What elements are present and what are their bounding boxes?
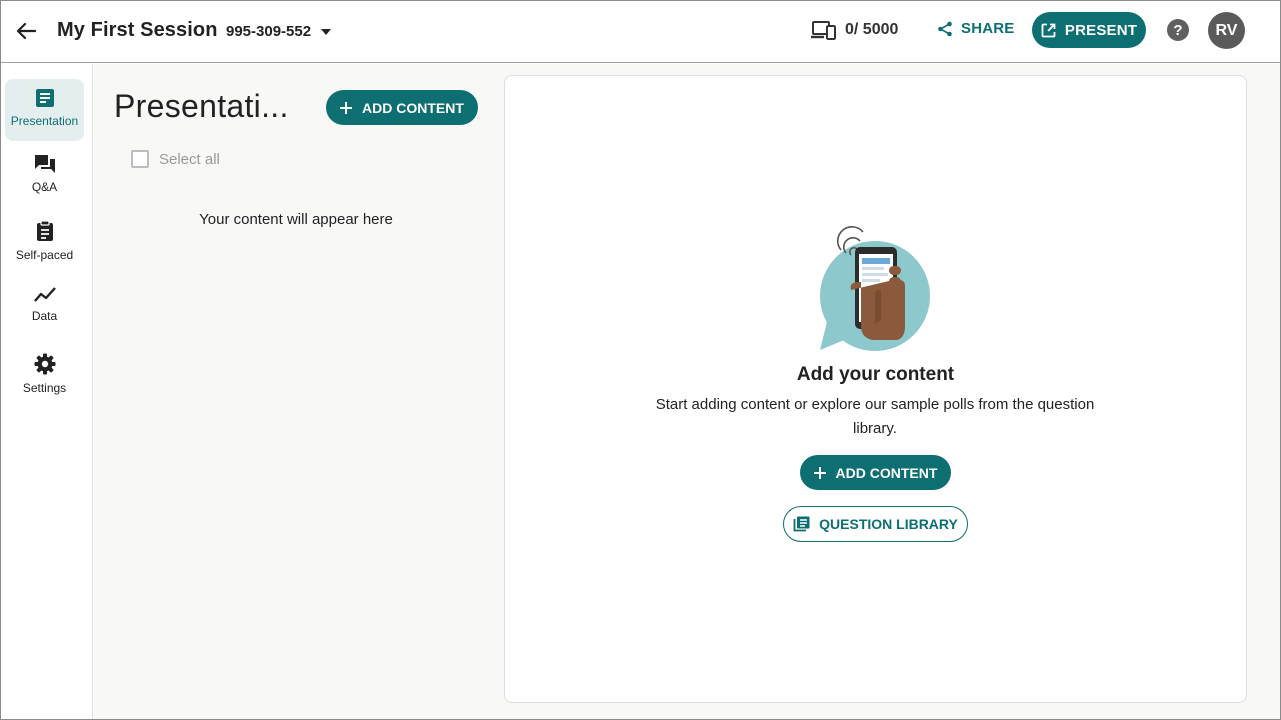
add-content-label: ADD CONTENT [835, 464, 938, 481]
scrollbar-gutter[interactable] [1267, 64, 1280, 719]
plus-icon [340, 101, 353, 114]
sidebar-item-presentation[interactable]: Presentation [5, 79, 84, 141]
session-code: 995-309-552 [226, 23, 312, 40]
checkbox-box[interactable] [131, 150, 149, 168]
preview-card [504, 75, 1247, 703]
caret-down-icon [321, 28, 332, 35]
empty-list-message: Your content will appear here [199, 211, 393, 228]
back-button[interactable] [13, 18, 39, 44]
sidebar-item-data[interactable]: Data [5, 278, 84, 340]
present-button[interactable]: PRESENT [1032, 12, 1146, 48]
avatar-initials: RV [1215, 21, 1238, 39]
user-avatar[interactable]: RV [1208, 12, 1245, 49]
participant-counter[interactable]: 0/ 5000 [811, 20, 898, 40]
sidebar-item-label: Self-paced [15, 248, 74, 262]
open-external-icon [1041, 23, 1056, 37]
sidebar-item-label: Presentation [10, 114, 79, 128]
arrow-left-icon [16, 22, 36, 40]
chat-bubbles-icon [34, 155, 55, 173]
sidebar-item-self-paced[interactable]: Self-paced [5, 211, 84, 273]
sidebar-item-label: Data [31, 309, 58, 323]
panel-title: Presentati... [114, 88, 289, 124]
plus-icon [813, 466, 826, 479]
add-content-description: Start adding content or explore our samp… [655, 396, 1095, 437]
participant-count: 0/ 5000 [845, 21, 899, 38]
library-books-icon [793, 516, 810, 532]
presentation-doc-icon [35, 89, 54, 107]
sidebar-item-qa[interactable]: Q&A [5, 145, 84, 207]
share-button[interactable]: SHARE [937, 20, 1015, 37]
help-button[interactable]: ? [1167, 19, 1189, 41]
session-code-dropdown[interactable]: 995-309-552 [226, 23, 332, 40]
share-label: SHARE [961, 20, 1015, 37]
sidebar-item-label: Settings [22, 381, 67, 395]
sidebar-item-label: Q&A [31, 180, 58, 194]
clipboard-icon [36, 220, 53, 241]
session-title[interactable]: My First Session [57, 19, 218, 42]
sidebar-item-settings[interactable]: Settings [5, 344, 84, 406]
select-all-label: Select all [159, 150, 220, 168]
phone-poll-illustration [820, 226, 930, 351]
devices-icon [811, 21, 836, 40]
add-content-heading: Add your content [796, 364, 955, 385]
add-content-main-button[interactable]: ADD CONTENT [800, 455, 951, 490]
help-icon: ? [1173, 21, 1183, 39]
present-label: PRESENT [1064, 21, 1138, 39]
question-library-button[interactable]: QUESTION LIBRARY [783, 506, 968, 542]
gear-icon [34, 353, 55, 375]
add-content-button[interactable]: ADD CONTENT [326, 90, 478, 125]
add-content-label: ADD CONTENT [362, 99, 464, 116]
trend-line-icon [33, 287, 56, 302]
question-library-label: QUESTION LIBRARY [819, 516, 958, 532]
select-all-checkbox[interactable]: Select all [131, 150, 220, 168]
share-icon [938, 21, 952, 36]
